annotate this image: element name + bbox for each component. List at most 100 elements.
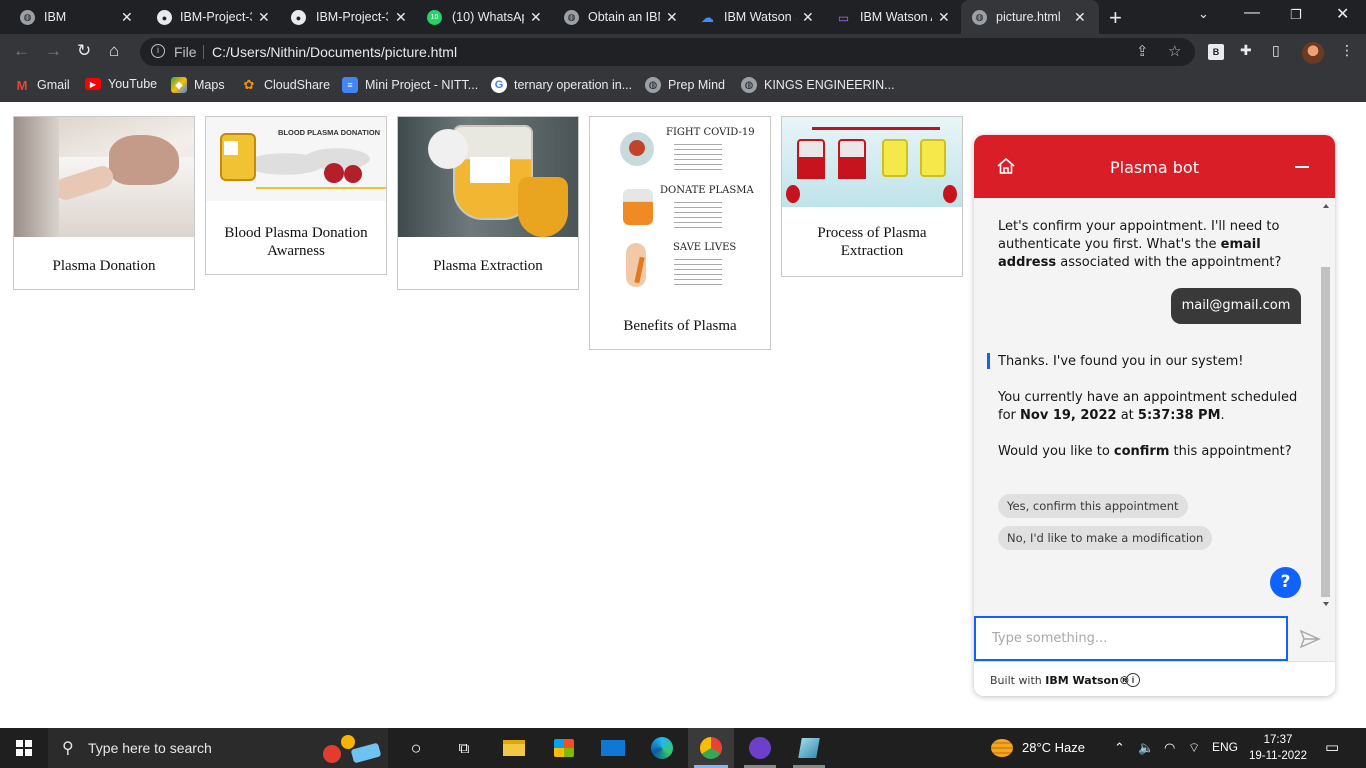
card-benefits-of-plasma[interactable]: FIGHT COVID-19 DONATE PLASMA SAVE LIVES … [589, 116, 771, 350]
tab-search-icon[interactable]: ⌄ [1198, 6, 1209, 22]
bookmark-ternary[interactable]: G ternary operation in... [491, 77, 632, 93]
new-tab-icon[interactable]: + [1109, 5, 1122, 31]
share-icon[interactable]: ⇪ [1136, 42, 1149, 60]
bookmarks-bar: M Gmail ▶ YouTube ◆ Maps ✿ CloudShare ≡ … [0, 70, 1366, 102]
chrome-icon[interactable] [699, 736, 723, 760]
edge-icon[interactable] [650, 736, 674, 760]
info-icon[interactable]: i [1126, 673, 1140, 687]
info-icon[interactable]: i [151, 44, 165, 58]
close-icon[interactable]: ✕ [121, 9, 133, 26]
bookmark-star-icon[interactable]: ☆ [1168, 42, 1181, 60]
scroll-up-icon[interactable] [1323, 204, 1329, 208]
bookmark-cloudshare[interactable]: ✿ CloudShare [241, 77, 330, 93]
extensions-puzzle-icon[interactable]: ✚ [1240, 42, 1252, 59]
bookmark-youtube[interactable]: ▶ YouTube [85, 77, 157, 91]
minimize-icon[interactable] [1295, 166, 1309, 168]
network-icon[interactable]: ◠ [1164, 740, 1175, 756]
benefit-label: FIGHT COVID-19 [666, 127, 755, 138]
close-icon[interactable]: ✕ [1074, 9, 1086, 26]
store-icon[interactable] [552, 736, 576, 760]
volume-icon[interactable]: 🔈 [1138, 740, 1154, 756]
clock-date: 19-11-2022 [1249, 750, 1307, 762]
maps-icon: ◆ [171, 77, 187, 93]
card-process-of-plasma-extraction[interactable]: Process of Plasma Extraction [781, 116, 963, 277]
close-window-icon[interactable]: ✕ [1336, 4, 1349, 24]
tab-watson-a[interactable]: ▭ IBM Watson A ✕ [825, 0, 961, 34]
bookmark-mini-project[interactable]: ≡ Mini Project - NITT... [342, 77, 478, 93]
task-view-icon[interactable]: ⧉ [452, 736, 476, 760]
minimize-icon[interactable]: — [1244, 4, 1260, 22]
user-message: mail@gmail.com [1171, 288, 1301, 324]
card-blood-plasma-awareness[interactable]: BLOOD PLASMA DONATION Blood Plasma Donat… [205, 116, 387, 275]
bot-message: Would you like to confirm this appointme… [998, 444, 1292, 459]
bookmark-kings[interactable]: ◍ KINGS ENGINEERIN... [741, 77, 895, 93]
scheme-label: File [174, 44, 197, 60]
address-bar[interactable]: i File C:/Users/Nithin/Documents/picture… [140, 38, 1195, 66]
google-icon: G [491, 77, 507, 93]
bookmark-maps[interactable]: ◆ Maps [171, 77, 225, 93]
tab-watson-s[interactable]: ☁ IBM Watson S ✕ [689, 0, 825, 34]
tab-ibm-project-2[interactable]: ● IBM-Project-3 ✕ [281, 0, 417, 34]
docs-icon: ≡ [342, 77, 358, 93]
github-icon: ● [291, 10, 306, 25]
close-icon[interactable]: ✕ [802, 9, 814, 26]
bookmark-prep-mind[interactable]: ◍ Prep Mind [645, 77, 725, 93]
chatbot-header: Plasma bot [974, 135, 1335, 198]
forward-icon[interactable]: → [45, 41, 62, 61]
bookmark-gmail[interactable]: M Gmail [14, 77, 70, 93]
restore-icon[interactable]: ❐ [1290, 7, 1302, 23]
globe-icon: ◍ [20, 10, 35, 25]
divider [203, 45, 204, 59]
send-icon[interactable] [1299, 628, 1321, 650]
cortana-icon[interactable]: ○ [404, 736, 428, 760]
notifications-icon[interactable]: ▭ [1325, 738, 1339, 756]
close-icon[interactable]: ✕ [395, 9, 407, 26]
help-button[interactable]: ? [1270, 567, 1301, 598]
cloud-icon: ☁ [701, 9, 714, 25]
tab-obtain-ibm[interactable]: ◍ Obtain an IBM ✕ [553, 0, 689, 34]
tab-whatsapp[interactable]: 10 (10) WhatsAp ✕ [417, 0, 553, 34]
close-icon[interactable]: ✕ [666, 9, 678, 26]
scroll-thumb[interactable] [1321, 267, 1330, 597]
awareness-infographic-image: BLOOD PLASMA DONATION [206, 117, 386, 201]
card-plasma-extraction[interactable]: Plasma Extraction [397, 116, 579, 290]
system-clock[interactable]: 17:37 19-11-2022 [1244, 732, 1312, 764]
chat-input-container [974, 616, 1288, 661]
menu-icon[interactable]: ⋮ [1340, 42, 1354, 59]
taskbar-search[interactable]: ⚲ Type here to search [48, 728, 388, 768]
close-icon[interactable]: ✕ [258, 9, 270, 26]
bot-message: Thanks. I've found you in our system! [998, 354, 1244, 369]
close-icon[interactable]: ✕ [938, 9, 950, 26]
chat-input[interactable] [992, 618, 1282, 658]
close-icon[interactable]: ✕ [530, 9, 542, 26]
extension-b-icon[interactable]: B [1208, 44, 1224, 60]
reload-icon[interactable]: ↻ [77, 41, 91, 61]
scroll-down-icon[interactable] [1323, 602, 1329, 606]
back-icon[interactable]: ← [13, 41, 30, 61]
benefit-label: SAVE LIVES [673, 242, 737, 253]
tab-ibm[interactable]: ◍ IBM ✕ [0, 0, 145, 34]
file-explorer-icon[interactable] [502, 736, 526, 760]
wifi-icon[interactable]: ⌔ [1188, 740, 1200, 756]
github-desktop-icon[interactable] [748, 736, 772, 760]
option-modify-button[interactable]: No, I'd like to make a modification [998, 526, 1213, 550]
windows-start-icon[interactable] [16, 740, 32, 756]
card-caption: Plasma Extraction [433, 258, 543, 274]
whatsapp-icon: 10 [427, 10, 442, 25]
tab-picture-html[interactable]: ◍ picture.html ✕ [961, 0, 1099, 34]
card-plasma-donation[interactable]: Plasma Donation [13, 116, 195, 290]
side-panel-icon[interactable]: ▯ [1272, 42, 1280, 59]
mail-icon[interactable] [601, 736, 625, 760]
language-indicator[interactable]: ENG [1212, 740, 1238, 754]
profile-avatar[interactable] [1302, 42, 1324, 64]
home-icon[interactable]: ⌂ [109, 41, 119, 61]
chat-transcript: Let's confirm your appointment. I'll nee… [974, 198, 1335, 612]
app-icon[interactable] [797, 736, 821, 760]
option-confirm-button[interactable]: Yes, confirm this appointment [998, 494, 1188, 518]
github-icon: ● [157, 10, 172, 25]
weather-text[interactable]: 28°C Haze [1022, 740, 1085, 755]
url-text[interactable]: C:/Users/Nithin/Documents/picture.html [212, 44, 457, 60]
show-hidden-icons[interactable]: ⌃ [1114, 740, 1125, 756]
built-with-label: Built with IBM Watson® [990, 674, 1130, 687]
tab-ibm-project-1[interactable]: ● IBM-Project-3 ✕ [145, 0, 281, 34]
